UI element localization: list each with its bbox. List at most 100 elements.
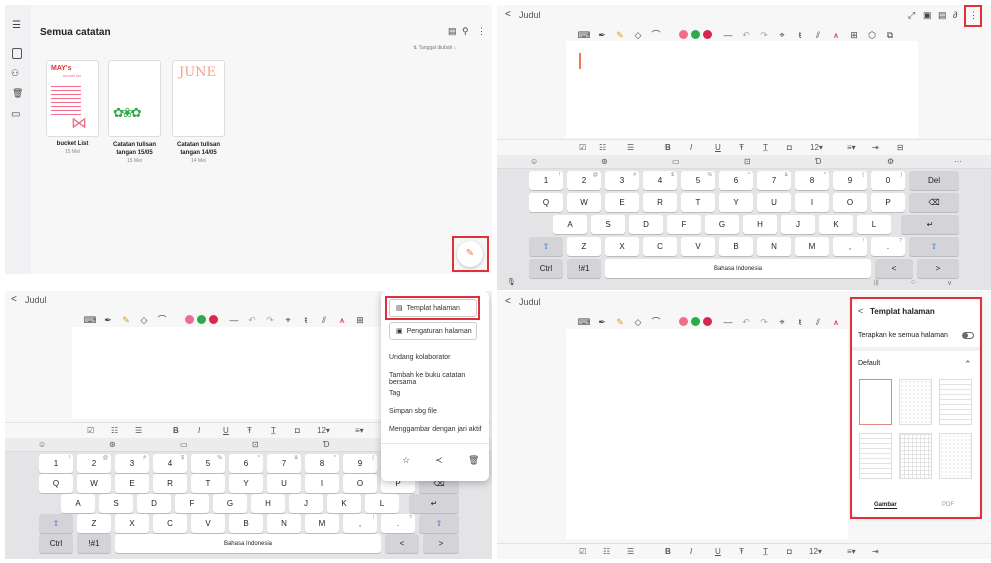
textcolor-button[interactable]: T̲ — [763, 547, 768, 556]
eraser-icon[interactable]: ◇ — [631, 315, 645, 329]
bold-button[interactable]: B — [665, 143, 671, 152]
pdf-icon[interactable]: ▤ — [448, 27, 457, 36]
menu-template[interactable]: ▤ Templat halaman — [389, 299, 477, 317]
key-j[interactable]: J — [289, 494, 323, 513]
share-icon[interactable]: ≺ — [435, 456, 443, 465]
note-card[interactable]: ✿❀✿ — [108, 60, 161, 137]
expand-icon[interactable]: ⤢ — [908, 11, 915, 20]
key-left[interactable]: < — [875, 259, 913, 278]
key-7[interactable]: 7 & — [267, 454, 301, 473]
page-canvas[interactable] — [566, 329, 848, 539]
clipboard-icon[interactable]: ▭ — [672, 157, 680, 166]
key-m[interactable]: M — [795, 237, 829, 256]
key-4[interactable]: 4 $ — [153, 454, 187, 473]
align-select[interactable]: ≡▾ — [847, 143, 856, 152]
layout-icon[interactable]: ⊞ — [847, 28, 861, 42]
key-r[interactable]: R — [153, 474, 187, 493]
checkbox-icon[interactable]: ☑ — [579, 143, 586, 152]
keyboard-icon[interactable]: ⌨ — [577, 315, 591, 329]
key-c[interactable]: C — [153, 514, 187, 533]
redo-icon[interactable]: ↷ — [263, 313, 277, 327]
recolor-icon[interactable]: ⩚ — [335, 313, 349, 327]
ruler-icon[interactable]: ⫽ — [811, 28, 825, 42]
strike-button[interactable]: Ŧ — [739, 547, 744, 556]
recolor-icon[interactable]: ⩚ — [829, 315, 843, 329]
nav-recents-button[interactable]: ||| — [874, 280, 879, 286]
key-a[interactable]: A — [553, 215, 587, 234]
key-l[interactable]: L — [857, 215, 891, 234]
pen-icon[interactable]: ✒ — [595, 28, 609, 42]
key-3[interactable]: 3 # — [605, 171, 639, 190]
italic-button[interactable]: I — [198, 426, 200, 435]
menu-tag[interactable]: Tag — [389, 390, 400, 397]
bullet-icon[interactable]: ☷ — [599, 143, 606, 152]
key-f[interactable]: F — [667, 215, 701, 234]
star-icon[interactable]: ☆ — [402, 456, 410, 465]
color-pink[interactable] — [185, 315, 194, 324]
fontsize-select[interactable]: 12▾ — [810, 143, 823, 152]
keyboard-icon[interactable]: ⌨ — [83, 313, 97, 327]
key-h[interactable]: H — [743, 215, 777, 234]
eraser-icon[interactable]: ◇ — [137, 313, 151, 327]
textcolor-button[interactable]: T̲ — [763, 143, 768, 152]
key-s[interactable]: S — [99, 494, 133, 513]
key-5[interactable]: 5% — [191, 454, 225, 473]
key-shift-right[interactable]: ⇧ — [419, 514, 459, 533]
undo-icon[interactable]: ↶ — [739, 28, 753, 42]
ruler-icon[interactable]: ⫽ — [317, 313, 331, 327]
key-r[interactable]: R — [643, 193, 677, 212]
key-o[interactable]: O — [343, 474, 377, 493]
key-v[interactable]: V — [191, 514, 225, 533]
page-canvas[interactable] — [72, 327, 402, 419]
format-more-icon[interactable]: ⊟ — [897, 143, 904, 152]
template-dotted-1[interactable] — [899, 379, 932, 425]
shape-icon[interactable]: ⌖ — [281, 313, 295, 327]
book-icon[interactable]: ▣ — [923, 11, 932, 20]
key-i[interactable]: I — [795, 193, 829, 212]
line-icon[interactable]: — — [721, 28, 735, 42]
template-grid-1[interactable] — [899, 433, 932, 479]
sticker-icon[interactable]: ⊛ — [109, 440, 116, 449]
folder-icon[interactable]: ▭ — [11, 110, 20, 120]
key-comma[interactable]: ,! — [343, 514, 377, 533]
key-shift-left[interactable]: ⇧ — [529, 237, 563, 256]
pen-icon[interactable]: ✒ — [101, 313, 115, 327]
key-comma[interactable]: ,! — [833, 237, 867, 256]
handwriting-icon[interactable]: Ɗ — [323, 440, 329, 449]
key-j[interactable]: J — [781, 215, 815, 234]
chevron-up-icon[interactable]: ⌃ — [964, 360, 972, 369]
color-red[interactable] — [703, 317, 712, 326]
key-h[interactable]: H — [251, 494, 285, 513]
text-icon[interactable]: ŧ — [299, 313, 313, 327]
bullet-icon[interactable]: ☷ — [111, 426, 118, 435]
note-title[interactable]: Catatan tulisan tangan 14/05 — [170, 141, 227, 157]
key-ctrl[interactable]: Ctrl — [39, 534, 73, 553]
note-title-field[interactable]: Judul — [519, 10, 541, 20]
underline-button[interactable]: U — [223, 426, 229, 435]
shared-icon[interactable]: ⚇ — [11, 69, 19, 78]
key-b[interactable]: B — [719, 237, 753, 256]
shape-icon[interactable]: ⌖ — [775, 315, 789, 329]
layout-icon[interactable]: ⊞ — [353, 313, 367, 327]
key-i[interactable]: I — [305, 474, 339, 493]
numbered-icon[interactable]: ☰ — [627, 547, 634, 556]
textcolor-button[interactable]: T̲ — [271, 426, 276, 435]
key-q[interactable]: Q — [529, 193, 563, 212]
tab-gambar[interactable]: Gambar — [874, 502, 897, 509]
note-title[interactable]: Catatan tulisan tangan 15/05 — [106, 141, 163, 157]
underline-button[interactable]: U — [715, 547, 721, 556]
back-icon[interactable]: < — [505, 10, 511, 20]
key-w[interactable]: W — [567, 193, 601, 212]
key-l[interactable]: L — [365, 494, 399, 513]
key-d[interactable]: D — [629, 215, 663, 234]
key-n[interactable]: N — [757, 237, 791, 256]
lasso-icon[interactable]: ⌒ — [649, 315, 663, 329]
note-card[interactable]: MAY's bucket list ⋈ — [46, 60, 99, 137]
key-w[interactable]: W — [77, 474, 111, 493]
key-period[interactable]: .? — [381, 514, 415, 533]
key-shift-right[interactable]: ⇧ — [909, 237, 959, 256]
note-title-field[interactable]: Judul — [519, 297, 541, 307]
key-3[interactable]: 3 # — [115, 454, 149, 473]
nav-home-button[interactable]: ○ — [911, 279, 915, 286]
bold-button[interactable]: B — [173, 426, 179, 435]
